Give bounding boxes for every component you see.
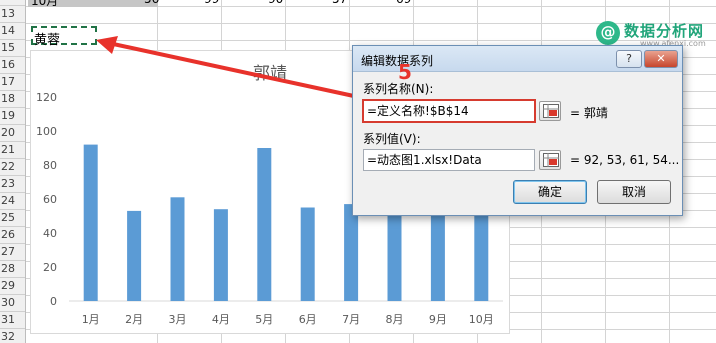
y-tick-label: 80 bbox=[43, 159, 57, 172]
top-row-cells[interactable]: 10月 56 99 90 57 69 bbox=[26, 0, 416, 8]
series-name-input[interactable]: =定义名称!$B$14 bbox=[363, 100, 535, 122]
series-values-ref-button[interactable] bbox=[539, 150, 561, 170]
series-values-preview: = 92, 53, 61, 54... bbox=[570, 153, 680, 167]
row-header-25[interactable]: 25 bbox=[0, 210, 25, 227]
x-tick-label: 3月 bbox=[169, 313, 187, 326]
row-headers[interactable]: 1213141516171819202122232425262728293031… bbox=[0, 0, 26, 343]
series-name-ref-button[interactable] bbox=[539, 101, 561, 121]
range-select-icon bbox=[543, 104, 559, 118]
bar-8月[interactable] bbox=[387, 207, 402, 302]
dialog-title: 编辑数据系列 bbox=[361, 54, 434, 68]
row-header-23[interactable]: 23 bbox=[0, 176, 25, 193]
top-value-1: 56 bbox=[144, 0, 159, 6]
selected-cell-b14[interactable]: 黄蓉 bbox=[31, 26, 97, 48]
row-header-14[interactable]: 14 bbox=[0, 23, 25, 40]
series-values-label: 系列值(V): bbox=[363, 132, 421, 146]
month-label: 10月 bbox=[31, 0, 59, 8]
x-tick-label: 9月 bbox=[429, 313, 447, 326]
row-header-15[interactable]: 15 bbox=[0, 40, 25, 57]
row-header-22[interactable]: 22 bbox=[0, 159, 25, 176]
watermark-text: 数据分析网 bbox=[624, 22, 705, 40]
bar-2月[interactable] bbox=[127, 210, 142, 301]
x-tick-label: 4月 bbox=[212, 313, 230, 326]
watermark-logo-icon: @ bbox=[596, 21, 620, 45]
y-tick-label: 60 bbox=[43, 193, 57, 206]
row-header-29[interactable]: 29 bbox=[0, 278, 25, 295]
y-tick-label: 0 bbox=[50, 295, 57, 308]
x-tick-label: 10月 bbox=[469, 313, 494, 326]
range-select-icon bbox=[543, 153, 559, 167]
y-tick-label: 40 bbox=[43, 227, 57, 240]
row-header-26[interactable]: 26 bbox=[0, 227, 25, 244]
bar-1月[interactable] bbox=[83, 144, 98, 301]
bar-3月[interactable] bbox=[170, 197, 185, 301]
x-tick-label: 5月 bbox=[255, 313, 273, 326]
top-value-3: 90 bbox=[268, 0, 283, 6]
y-tick-label: 120 bbox=[36, 91, 57, 104]
bar-5月[interactable] bbox=[257, 148, 272, 301]
bar-6月[interactable] bbox=[300, 207, 315, 302]
cancel-button[interactable]: 取消 bbox=[597, 180, 671, 204]
x-tick-label: 1月 bbox=[82, 313, 100, 326]
row-header-27[interactable]: 27 bbox=[0, 244, 25, 261]
x-tick-label: 2月 bbox=[125, 313, 143, 326]
top-value-5: 69 bbox=[396, 0, 411, 6]
x-tick-label: 7月 bbox=[342, 313, 360, 326]
bar-10月[interactable] bbox=[474, 216, 489, 301]
selected-cell-text: 黄蓉 bbox=[34, 33, 61, 48]
bar-7月[interactable] bbox=[344, 204, 359, 301]
row-header-30[interactable]: 30 bbox=[0, 295, 25, 312]
row-header-20[interactable]: 20 bbox=[0, 125, 25, 142]
row-header-19[interactable]: 19 bbox=[0, 108, 25, 125]
x-tick-label: 8月 bbox=[386, 313, 404, 326]
close-button[interactable]: ✕ bbox=[644, 50, 678, 68]
row-header-31[interactable]: 31 bbox=[0, 312, 25, 329]
row-header-16[interactable]: 16 bbox=[0, 57, 25, 74]
series-values-input[interactable]: =动态图1.xlsx!Data bbox=[363, 149, 535, 171]
row-header-17[interactable]: 17 bbox=[0, 74, 25, 91]
help-button[interactable]: ? bbox=[616, 50, 642, 68]
x-tick-label: 6月 bbox=[299, 313, 317, 326]
ok-button[interactable]: 确定 bbox=[513, 180, 587, 204]
top-value-4: 57 bbox=[332, 0, 347, 6]
y-tick-label: 20 bbox=[43, 261, 57, 274]
bar-4月[interactable] bbox=[213, 209, 228, 301]
top-value-2: 99 bbox=[204, 0, 219, 6]
row-header-13[interactable]: 13 bbox=[0, 6, 25, 23]
step-number-annotation: 5 bbox=[398, 60, 412, 84]
row-header-18[interactable]: 18 bbox=[0, 91, 25, 108]
series-name-preview: = 郭靖 bbox=[570, 106, 608, 120]
row-header-21[interactable]: 21 bbox=[0, 142, 25, 159]
row-header-28[interactable]: 28 bbox=[0, 261, 25, 278]
row-header-32[interactable]: 32 bbox=[0, 329, 25, 343]
y-tick-label: 100 bbox=[36, 125, 57, 138]
row-header-24[interactable]: 24 bbox=[0, 193, 25, 210]
bar-9月[interactable] bbox=[430, 216, 445, 301]
